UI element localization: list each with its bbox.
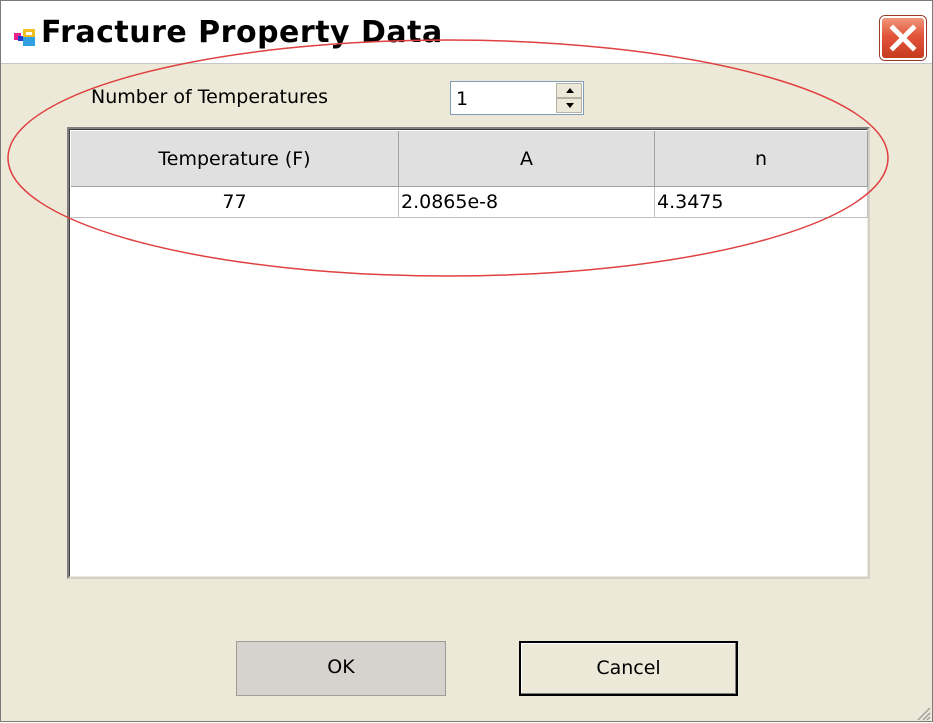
table-frame: Temperature (F) A n 77 2.0865e-8 4.3475 — [69, 129, 868, 577]
arrow-up-icon — [566, 88, 574, 93]
table-cell-temperature[interactable]: 77 — [71, 187, 399, 218]
number-of-temperatures-value[interactable]: 1 — [456, 88, 468, 110]
ok-button[interactable]: OK — [236, 641, 446, 696]
column-header-a[interactable]: A — [399, 131, 655, 187]
fracture-property-table: Temperature (F) A n 77 2.0865e-8 4.3475 — [67, 127, 870, 579]
title-bar[interactable]: Fracture Property Data — [1, 1, 932, 64]
number-of-temperatures-spinner[interactable]: 1 — [450, 81, 584, 115]
arrow-down-icon — [566, 103, 574, 108]
app-icon — [14, 27, 36, 47]
column-header-temperature[interactable]: Temperature (F) — [71, 131, 399, 187]
close-button[interactable] — [880, 16, 926, 60]
column-header-n[interactable]: n — [655, 131, 868, 187]
number-of-temperatures-label: Number of Temperatures — [91, 86, 328, 108]
table-cell-a[interactable]: 2.0865e-8 — [399, 187, 655, 218]
spinner-up-button[interactable] — [556, 83, 582, 98]
spinner-buttons — [556, 83, 582, 113]
spinner-down-button[interactable] — [556, 98, 582, 113]
window-title: Fracture Property Data — [41, 15, 443, 50]
table-cell-n[interactable]: 4.3475 — [655, 187, 868, 218]
fracture-property-dialog: Fracture Property Data Number of Tempera… — [0, 0, 933, 722]
close-icon — [889, 24, 917, 52]
cancel-button[interactable]: Cancel — [519, 641, 738, 696]
resize-grip-icon[interactable] — [913, 703, 931, 721]
